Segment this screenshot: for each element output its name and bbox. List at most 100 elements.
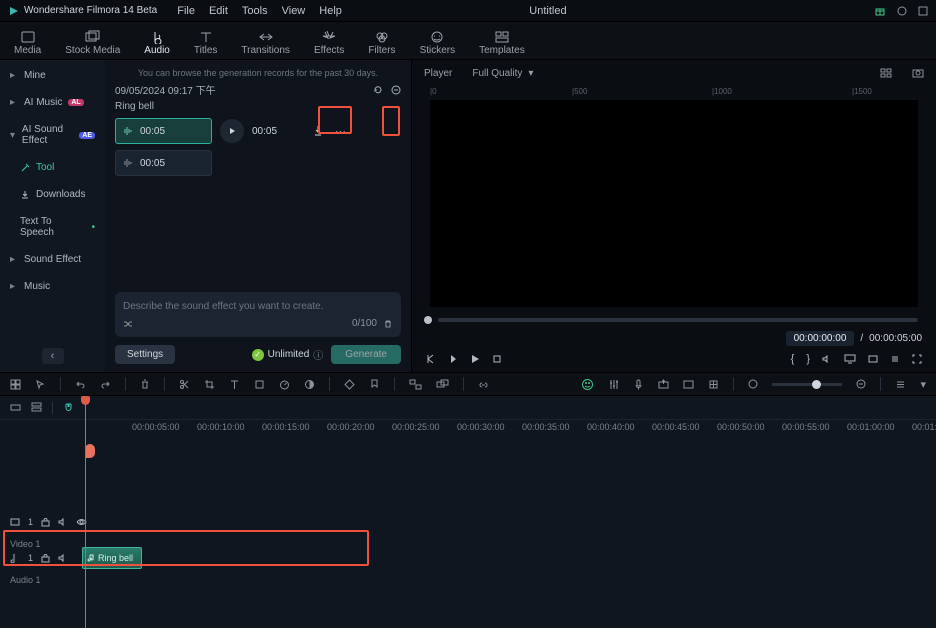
generation-panel: You can browse the generation records fo… (105, 60, 411, 372)
mark-out-button[interactable]: } (806, 353, 810, 365)
zoom-slider[interactable] (772, 383, 842, 386)
tab-filters[interactable]: Filters (368, 27, 395, 59)
timeline-ruler[interactable]: 00:00:05:00 00:00:10:00 00:00:15:00 00:0… (82, 420, 936, 438)
prev-frame-button[interactable] (426, 354, 436, 364)
more-options-icon[interactable]: ⋯ (335, 125, 346, 138)
grid-view-icon[interactable] (880, 68, 892, 78)
play-duration: 00:05 (252, 126, 277, 137)
tab-transitions[interactable]: Transitions (241, 27, 290, 59)
speed-icon[interactable] (279, 379, 290, 390)
magnet-icon[interactable] (63, 402, 74, 413)
tab-stock-media[interactable]: Stock Media (65, 27, 120, 59)
undo-icon[interactable] (75, 379, 86, 390)
prompt-input[interactable] (123, 301, 393, 312)
sidebar-item-tts[interactable]: Text To Speech• (0, 210, 105, 244)
playhead[interactable] (85, 396, 86, 628)
tab-templates[interactable]: Templates (479, 27, 525, 59)
menu-file[interactable]: File (177, 5, 195, 17)
generated-clip-2[interactable]: 00:05 (115, 150, 212, 176)
prompt-box: 0/100 (115, 292, 401, 337)
quality-select[interactable]: Full Quality▾ (472, 68, 533, 79)
play-button[interactable] (470, 354, 480, 364)
capture-icon[interactable] (868, 354, 878, 364)
play-clip-button[interactable] (220, 119, 244, 143)
audio-clip[interactable]: Ring bell (82, 547, 142, 569)
generated-clip-1[interactable]: 00:05 (115, 118, 212, 144)
mute-icon[interactable] (58, 553, 68, 563)
tab-effects[interactable]: Effects (314, 27, 344, 59)
refresh-icon[interactable] (373, 85, 383, 95)
sidebar-item-ai-sound-effect[interactable]: ▾AI Sound EffectAE (0, 118, 105, 152)
account-icon[interactable] (918, 6, 928, 16)
track-manage-icon[interactable] (31, 402, 42, 413)
menu-bar: Wondershare Filmora 14 Beta File Edit To… (0, 0, 936, 22)
download-clip-button[interactable] (309, 120, 327, 142)
crop2-icon[interactable] (254, 379, 265, 390)
link-icon[interactable] (478, 379, 489, 390)
mute-icon[interactable] (58, 517, 68, 527)
layout-icon[interactable] (10, 379, 21, 390)
volume-icon[interactable] (822, 354, 832, 364)
audio-track-icon (10, 553, 20, 563)
sidebar-item-downloads[interactable]: Downloads (0, 183, 105, 206)
crop-icon[interactable] (204, 379, 215, 390)
tab-audio[interactable]: Audio (144, 27, 170, 59)
tab-media[interactable]: Media (14, 27, 41, 59)
redo-icon[interactable] (100, 379, 111, 390)
delete-record-icon[interactable] (391, 85, 401, 95)
timecode-current[interactable]: 00:00:00:00 (786, 331, 855, 346)
collapse-sidebar-button[interactable]: ‹ (42, 348, 64, 364)
color-icon[interactable] (304, 379, 315, 390)
mixer-icon[interactable] (608, 379, 619, 390)
settings-icon[interactable] (890, 354, 900, 364)
record-icon[interactable] (633, 379, 644, 390)
sidebar-item-sound-effect[interactable]: ▸Sound Effect (0, 248, 105, 271)
keyframe-icon[interactable] (344, 379, 355, 390)
sidebar-item-music[interactable]: ▸Music (0, 275, 105, 298)
fullscreen-icon[interactable] (912, 354, 922, 364)
step-back-button[interactable] (448, 354, 458, 364)
shuffle-icon[interactable] (123, 319, 133, 329)
zoom-in-icon[interactable] (856, 379, 866, 389)
export-icon[interactable] (658, 379, 669, 390)
mark-in-button[interactable]: { (791, 353, 795, 365)
menu-edit[interactable]: Edit (209, 5, 228, 17)
timeline-toolbar: ▾ (0, 372, 936, 396)
ai-icon[interactable] (581, 378, 594, 391)
delete-icon[interactable] (140, 379, 150, 390)
preview-scrubber[interactable] (424, 315, 918, 325)
list-icon[interactable] (895, 379, 906, 390)
sidebar-item-mine[interactable]: ▸Mine (0, 64, 105, 87)
marker-icon[interactable] (369, 379, 380, 390)
app-logo: Wondershare Filmora 14 Beta (8, 5, 157, 17)
text-icon[interactable] (229, 379, 240, 390)
char-counter: 0/100 (352, 318, 377, 329)
sidebar-item-tool[interactable]: Tool (0, 156, 105, 179)
gift-icon[interactable] (874, 5, 886, 17)
sidebar-item-ai-music[interactable]: ▸AI MusicAL (0, 91, 105, 114)
settings-button[interactable]: Settings (115, 345, 175, 364)
video-viewer[interactable] (430, 100, 918, 307)
compound-icon[interactable] (436, 379, 449, 390)
display-icon[interactable] (844, 354, 856, 364)
render-icon[interactable] (683, 379, 694, 390)
lock-icon[interactable] (41, 553, 50, 563)
tab-titles[interactable]: Titles (194, 27, 218, 59)
stop-button[interactable] (492, 354, 502, 364)
timeline-marker[interactable] (85, 444, 95, 458)
group-icon[interactable] (409, 379, 422, 390)
track-add-icon[interactable] (10, 402, 21, 413)
tab-stickers[interactable]: Stickers (420, 27, 456, 59)
snap-icon[interactable] (708, 379, 719, 390)
split-icon[interactable] (179, 379, 190, 390)
lock-icon[interactable] (41, 517, 50, 527)
badge-ae: AE (79, 132, 95, 139)
pointer-icon[interactable] (35, 379, 46, 390)
clear-prompt-icon[interactable] (383, 319, 393, 329)
snapshot-icon[interactable] (912, 68, 924, 78)
dropdown-icon[interactable]: ▾ (920, 378, 926, 391)
generate-button[interactable]: Generate (331, 345, 401, 364)
unlimited-badge[interactable]: ✓Unlimitedⓘ (252, 347, 324, 362)
cloud-icon[interactable] (896, 5, 908, 17)
zoom-out-icon[interactable] (748, 379, 758, 389)
